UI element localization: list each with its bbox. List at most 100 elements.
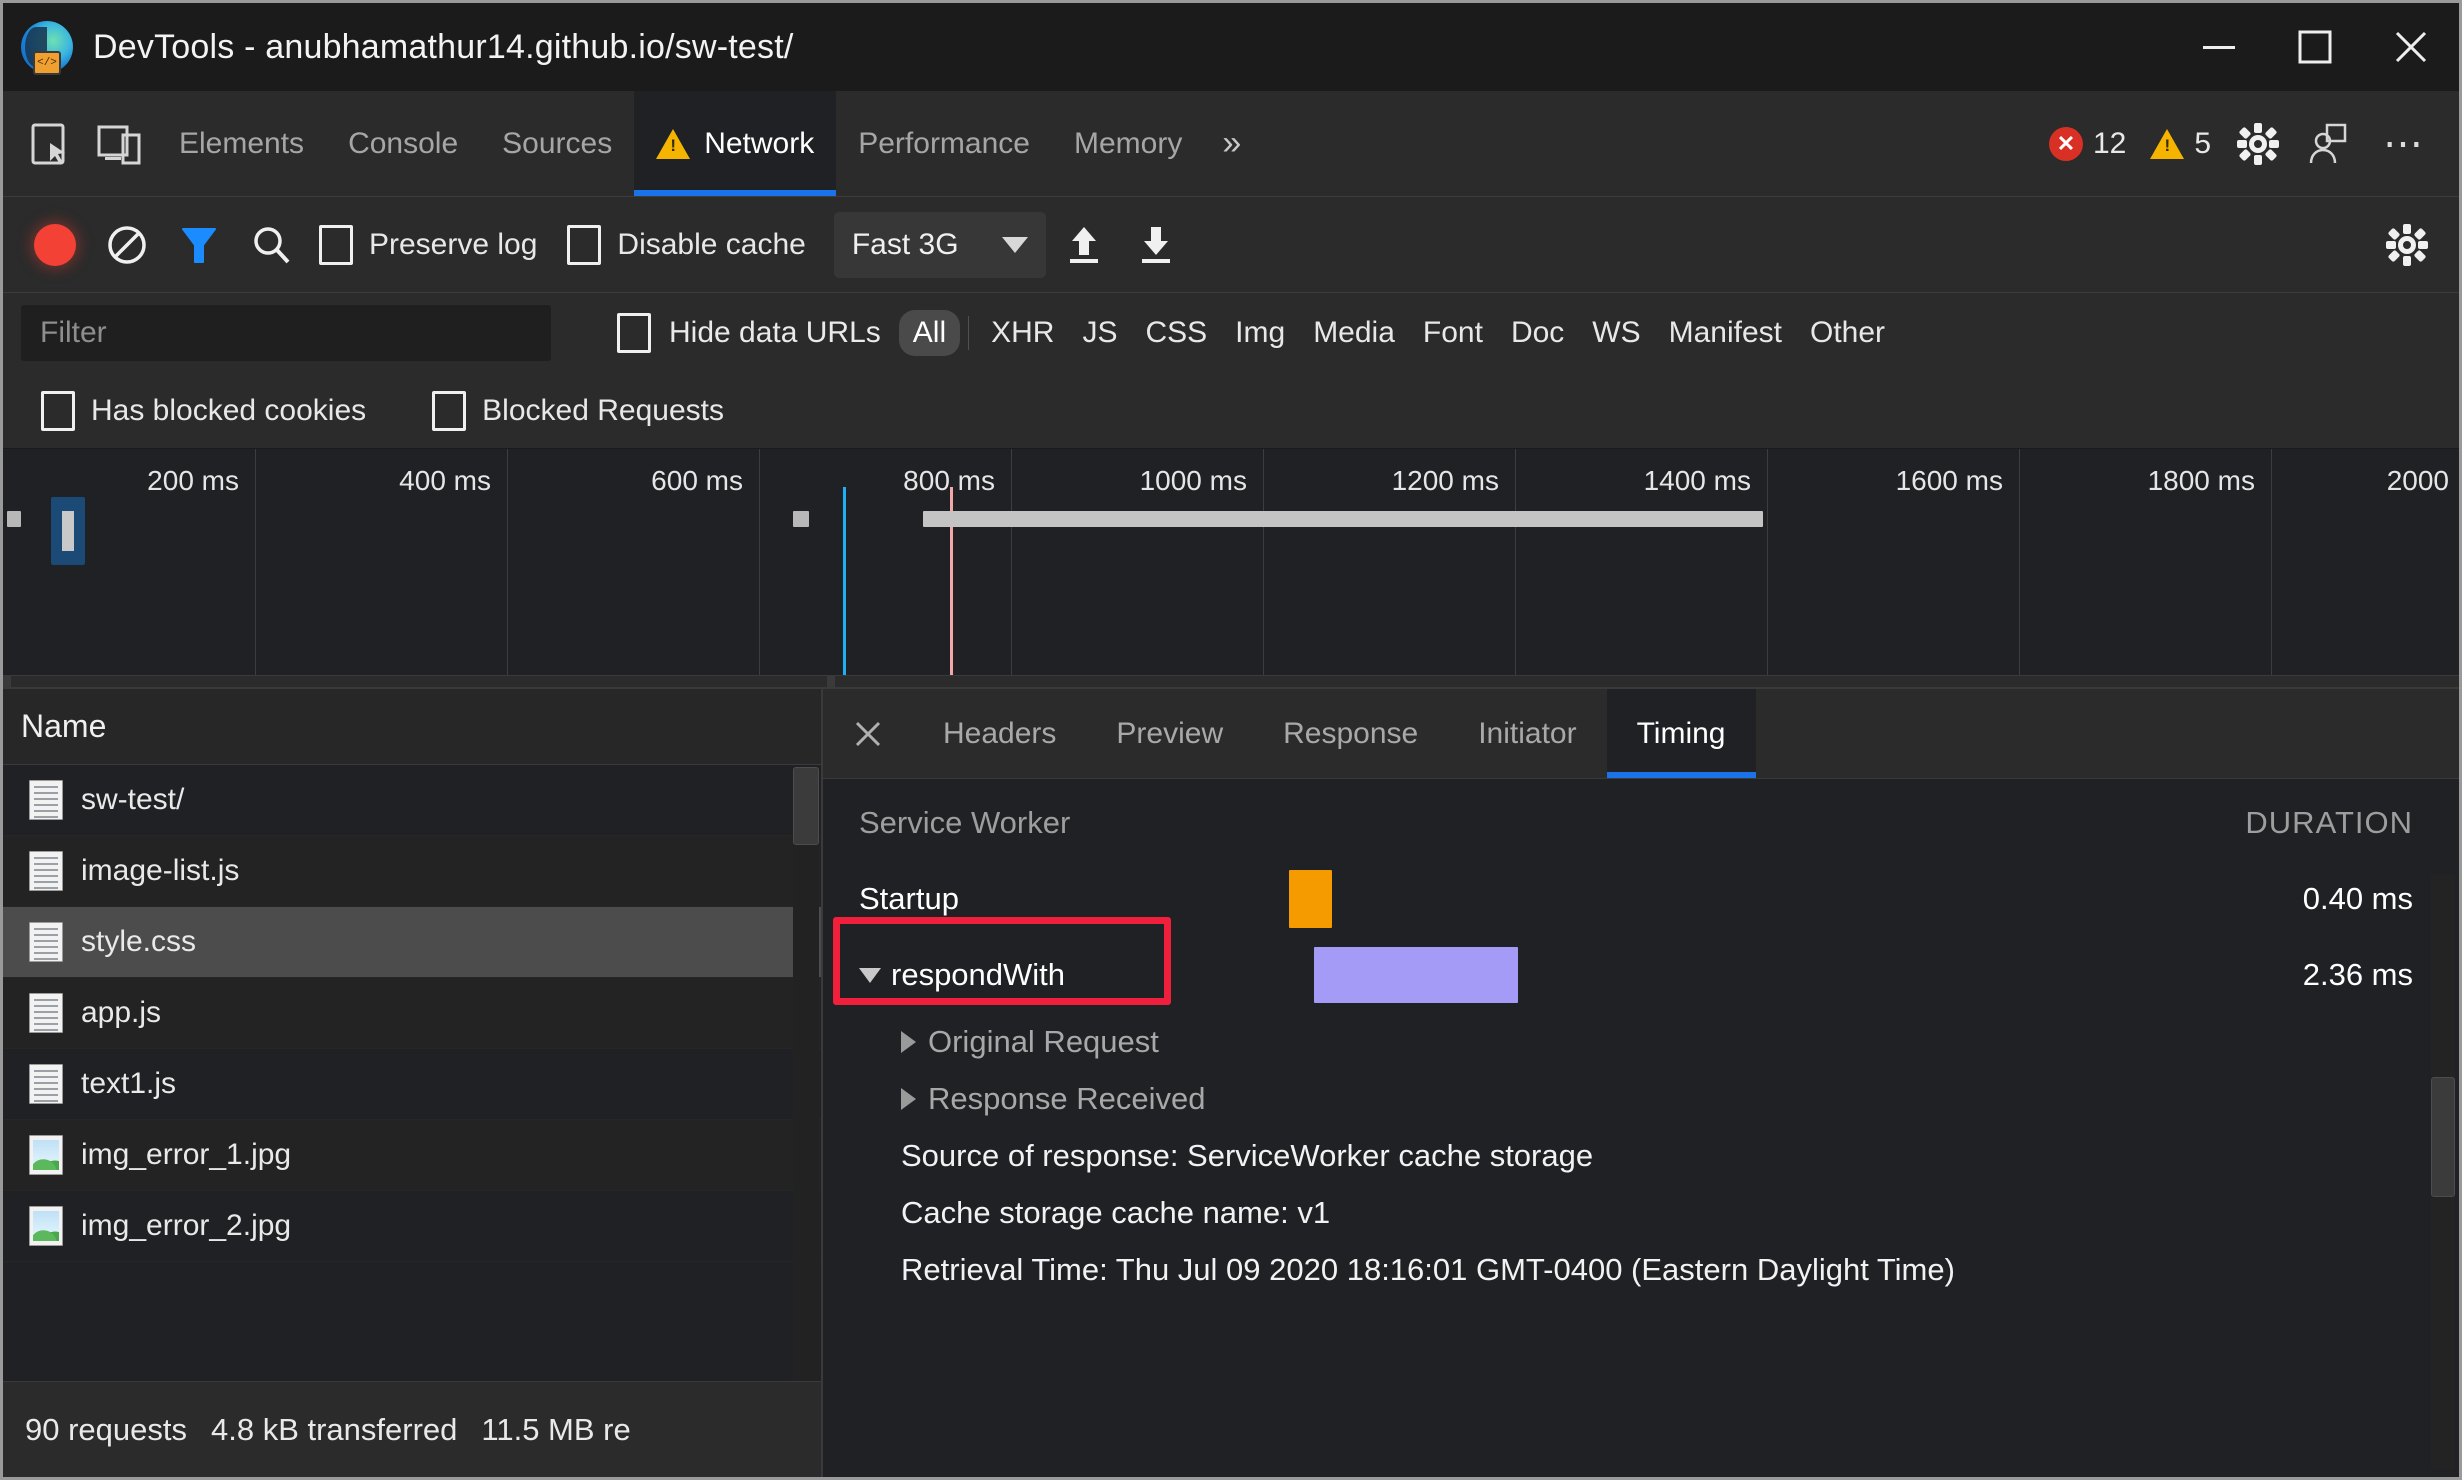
status-resources: 11.5 MB re: [481, 1411, 631, 1447]
warning-count-badge[interactable]: 5: [2140, 127, 2221, 161]
type-filter-ws[interactable]: WS: [1578, 310, 1654, 356]
maximize-button[interactable]: [2267, 3, 2363, 91]
title-bar: </> DevTools - anubhamathur14.github.io/…: [3, 3, 2459, 91]
table-row[interactable]: text1.js: [3, 1049, 821, 1120]
filter-funnel-icon[interactable]: [165, 222, 233, 268]
error-count-badge[interactable]: ✕ 12: [2039, 126, 2136, 161]
disable-cache-label: Disable cache: [617, 227, 806, 261]
table-row[interactable]: style.css: [3, 907, 821, 978]
request-list-scrollbar[interactable]: [793, 767, 819, 1381]
duration-column-header: DURATION: [2245, 805, 2413, 840]
overview-scrubber[interactable]: [3, 675, 2459, 687]
type-filter-doc[interactable]: Doc: [1497, 310, 1578, 356]
tab-label: Network: [704, 126, 815, 160]
throttling-dropdown[interactable]: Fast 3G: [833, 211, 1046, 278]
caret-right-icon[interactable]: [901, 1030, 916, 1053]
devtools-tab-bar: Elements Console Sources Network Perform…: [3, 91, 2459, 197]
table-row[interactable]: sw-test/: [3, 765, 821, 836]
checkbox-box[interactable]: [319, 224, 353, 265]
type-filter-img[interactable]: Img: [1221, 310, 1299, 356]
tab-performance[interactable]: Performance: [836, 91, 1052, 196]
gear-icon[interactable]: [2225, 121, 2291, 167]
timing-content: Service Worker DURATION Startup 0.40 ms …: [823, 779, 2459, 1477]
request-name: img_error_1.jpg: [81, 1138, 292, 1171]
inspect-element-icon[interactable]: [17, 91, 83, 196]
type-filter-js[interactable]: JS: [1068, 310, 1131, 356]
timing-phase-respondwith[interactable]: respondWith 2.36 ms: [823, 937, 2459, 1013]
overview-tick-label: 600 ms: [651, 465, 743, 496]
timing-section-title: Service Worker: [859, 805, 1071, 840]
timing-phase-startup[interactable]: Startup 0.40 ms: [823, 861, 2459, 937]
minimize-button[interactable]: [2171, 3, 2267, 91]
type-filter-xhr[interactable]: XHR: [977, 310, 1068, 356]
checkbox-box[interactable]: [432, 390, 467, 431]
phase-label: respondWith: [891, 957, 1066, 992]
timing-sub-response-received[interactable]: Response Received: [823, 1070, 2459, 1127]
detail-tab-label: Headers: [943, 716, 1057, 750]
network-timeline-overview[interactable]: 200 ms 400 ms 600 ms 800 ms 1000 ms 1200…: [3, 449, 2459, 689]
tab-label: Sources: [502, 126, 613, 160]
hide-data-urls-checkbox[interactable]: Hide data URLs: [617, 313, 881, 353]
type-filter-other[interactable]: Other: [1796, 310, 1899, 356]
import-har-up-arrow-icon[interactable]: [1050, 221, 1118, 269]
checkbox-box[interactable]: [41, 390, 75, 431]
table-row[interactable]: img_error_2.jpg: [3, 1191, 821, 1262]
preserve-log-checkbox[interactable]: Preserve log: [309, 224, 553, 265]
detail-tab-preview[interactable]: Preview: [1086, 689, 1253, 778]
network-settings-gear-icon[interactable]: [2373, 222, 2441, 268]
type-filter-font[interactable]: Font: [1409, 310, 1497, 356]
overview-tick-label: 2000: [2386, 465, 2449, 496]
disable-cache-checkbox[interactable]: Disable cache: [557, 224, 821, 265]
request-name: style.css: [81, 925, 197, 958]
filter-input[interactable]: [21, 305, 551, 361]
export-har-down-arrow-icon[interactable]: [1122, 221, 1190, 269]
overview-request-bar: [7, 511, 21, 527]
tab-network[interactable]: Network: [634, 91, 837, 196]
close-button[interactable]: [2363, 3, 2459, 91]
caret-down-icon[interactable]: [859, 967, 881, 983]
tab-memory[interactable]: Memory: [1052, 91, 1204, 196]
detail-tab-timing[interactable]: Timing: [1606, 689, 1756, 778]
sub-label: Response Received: [928, 1080, 1206, 1116]
clear-circle-slash-icon[interactable]: [93, 221, 161, 269]
search-magnifier-icon[interactable]: [237, 222, 305, 268]
double-chevron-right-icon[interactable]: »: [1204, 91, 1259, 196]
blocked-requests-label: Blocked Requests: [482, 393, 724, 427]
status-requests: 90 requests: [25, 1411, 187, 1447]
detail-tab-response[interactable]: Response: [1253, 689, 1448, 778]
detail-tab-headers[interactable]: Headers: [913, 689, 1086, 778]
scrollbar-thumb[interactable]: [2431, 1076, 2455, 1197]
request-list-header[interactable]: Name: [3, 689, 821, 765]
has-blocked-cookies-checkbox[interactable]: Has blocked cookies: [31, 390, 382, 431]
timing-info-cache-name: Cache storage cache name: v1: [901, 1194, 1331, 1230]
table-row[interactable]: image-list.js: [3, 836, 821, 907]
feedback-person-icon[interactable]: [2295, 121, 2361, 167]
request-rows: sw-test/ image-list.js style.css app.js …: [3, 765, 821, 1381]
type-filter-manifest[interactable]: Manifest: [1655, 310, 1796, 356]
dom-content-loaded-line: [843, 487, 846, 687]
detail-scrollbar[interactable]: [2431, 875, 2455, 1469]
tab-console[interactable]: Console: [326, 91, 480, 196]
overview-tick-label: 800 ms: [903, 465, 995, 496]
table-row[interactable]: img_error_1.jpg: [3, 1120, 821, 1191]
phase-label: Startup: [859, 881, 959, 916]
timing-sub-original-request[interactable]: Original Request: [823, 1013, 2459, 1070]
type-filter-media[interactable]: Media: [1299, 310, 1409, 356]
column-header-name: Name: [21, 708, 107, 744]
phase-bar-respondwith: [1313, 947, 1519, 1003]
table-row[interactable]: app.js: [3, 978, 821, 1049]
checkbox-box[interactable]: [617, 313, 651, 353]
detail-tab-initiator[interactable]: Initiator: [1448, 689, 1606, 778]
tab-elements[interactable]: Elements: [157, 91, 326, 196]
caret-right-icon[interactable]: [901, 1087, 916, 1110]
blocked-requests-checkbox[interactable]: Blocked Requests: [422, 390, 740, 431]
tab-sources[interactable]: Sources: [480, 91, 634, 196]
checkbox-box[interactable]: [567, 224, 602, 265]
detail-close-button[interactable]: [823, 689, 913, 778]
more-options-icon[interactable]: ⋯: [2365, 124, 2441, 164]
device-toolbar-icon[interactable]: [83, 91, 157, 196]
scrollbar-thumb[interactable]: [793, 767, 819, 845]
type-filter-all[interactable]: All: [898, 310, 961, 356]
type-filter-css[interactable]: CSS: [1131, 310, 1221, 356]
record-stop-icon[interactable]: [21, 223, 89, 266]
